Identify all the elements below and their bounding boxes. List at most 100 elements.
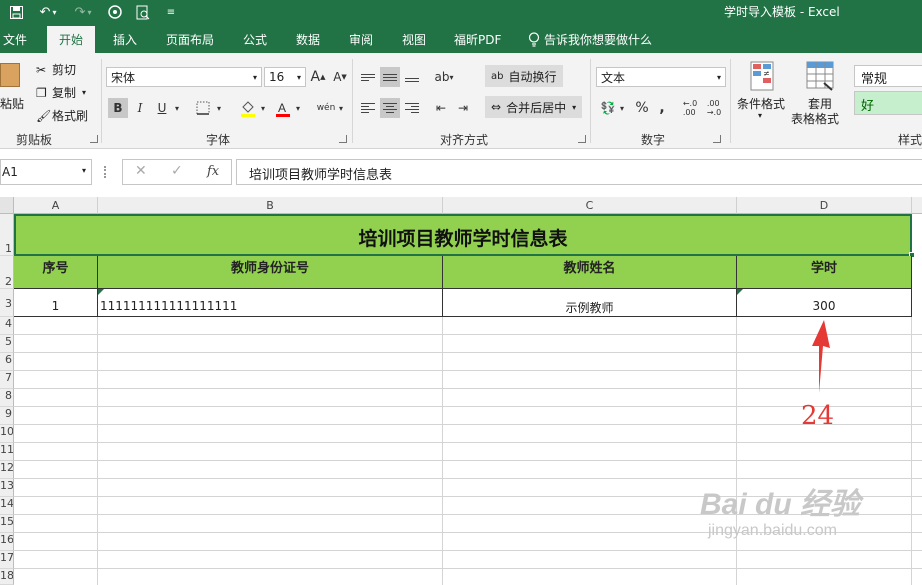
increase-decimal-icon[interactable]: ←.0.00 (680, 98, 700, 118)
print-preview-icon[interactable] (134, 3, 152, 21)
copy-button[interactable]: ❐ 复制 ▾ (36, 84, 86, 101)
insert-function-icon[interactable]: fx (207, 164, 219, 179)
comma-button[interactable]: , (652, 98, 672, 118)
number-format-select[interactable]: 文本 ▾ (596, 67, 726, 87)
increase-font-icon[interactable]: A ▲ (308, 67, 328, 87)
row-header-6[interactable]: 6 (0, 353, 14, 371)
column-header-b[interactable]: B (98, 197, 443, 214)
select-all-corner[interactable] (0, 197, 14, 214)
tab-page-layout[interactable]: 页面布局 (166, 31, 214, 48)
merge-center-button[interactable]: ⇔ 合并后居中 ▾ (485, 96, 583, 118)
align-middle-icon[interactable] (380, 67, 400, 87)
borders-dropdown-icon[interactable]: ▾ (213, 98, 225, 118)
fill-color-icon[interactable] (238, 98, 258, 118)
row-header-12[interactable]: 12 (0, 461, 14, 479)
redo-icon[interactable]: ↷ ▾ (70, 3, 96, 21)
font-launcher-icon[interactable] (339, 135, 347, 143)
tab-home[interactable]: 开始 (47, 26, 96, 53)
row-header-8[interactable]: 8 (0, 389, 14, 407)
header-cell-id-number[interactable]: 教师身份证号 (98, 256, 443, 289)
row-header-5[interactable]: 5 (0, 335, 14, 353)
row-header-15[interactable]: 15 (0, 515, 14, 533)
row-header-4[interactable]: 4 (0, 317, 14, 335)
data-cell-hours[interactable]: 300 (737, 289, 912, 317)
decrease-indent-icon[interactable]: ⇤ (431, 98, 451, 118)
enter-icon[interactable]: ✓ (171, 163, 183, 179)
phonetic-icon[interactable]: wén (316, 98, 336, 118)
borders-icon[interactable] (193, 98, 213, 118)
row-header-11[interactable]: 11 (0, 443, 14, 461)
cancel-icon[interactable]: ✕ (135, 163, 147, 179)
header-cell-teacher-name[interactable]: 教师姓名 (443, 256, 737, 289)
font-size-select[interactable]: 16 ▾ (264, 67, 306, 87)
decrease-decimal-icon[interactable]: .00 →.0 (704, 98, 724, 118)
font-color-icon[interactable]: A (273, 98, 293, 118)
italic-button[interactable]: I (130, 98, 150, 118)
orientation-icon[interactable]: ab ▾ (434, 67, 454, 87)
tab-data[interactable]: 数据 (296, 31, 320, 48)
row-header-16[interactable]: 16 (0, 533, 14, 551)
row-header-2[interactable]: 2 (0, 256, 14, 289)
column-header-e[interactable] (912, 197, 922, 214)
style-good[interactable]: 好 (854, 91, 922, 115)
row-header-18[interactable]: 18 (0, 569, 14, 585)
touch-mode-icon[interactable] (104, 3, 126, 21)
align-center-icon[interactable] (380, 98, 400, 118)
row-header-13[interactable]: 13 (0, 479, 14, 497)
font-family-select[interactable]: 宋体 ▾ (106, 67, 262, 87)
paste-button[interactable]: 粘贴 (0, 59, 30, 117)
data-cell-teacher-name[interactable]: 示例教师 (443, 289, 737, 317)
tell-me-box[interactable]: 告诉我你想要做什么 (528, 31, 652, 48)
tab-file[interactable]: 文件 (3, 31, 27, 48)
column-header-a[interactable]: A (14, 197, 98, 214)
format-painter-button[interactable]: 🖌 格式刷 (36, 107, 88, 124)
customize-qa-icon[interactable]: ≡ (164, 3, 178, 21)
phonetic-dropdown-icon[interactable]: ▾ (335, 98, 347, 118)
wrap-text-button[interactable]: ab 自动换行 (485, 65, 563, 87)
number-launcher-icon[interactable] (713, 135, 721, 143)
percent-button[interactable]: % (632, 98, 652, 118)
font-color-dropdown-icon[interactable]: ▾ (292, 98, 304, 118)
decrease-font-icon[interactable]: A ▼ (330, 67, 350, 87)
save-icon[interactable] (8, 3, 24, 21)
row-header-14[interactable]: 14 (0, 497, 14, 515)
bold-button[interactable]: B (108, 98, 128, 118)
align-top-icon[interactable] (358, 67, 378, 87)
row-header-17[interactable]: 17 (0, 551, 14, 569)
fill-color-dropdown-icon[interactable]: ▾ (257, 98, 269, 118)
tab-view[interactable]: 视图 (402, 31, 426, 48)
accounting-format-icon[interactable]: 💱 (598, 98, 618, 118)
name-box[interactable]: A1 ▾ (0, 159, 92, 185)
data-cell-id-number[interactable]: 111111111111111111 (98, 289, 443, 317)
underline-dropdown-icon[interactable]: ▾ (171, 98, 183, 118)
column-header-c[interactable]: C (443, 197, 737, 214)
title-cell[interactable]: 培训项目教师学时信息表 (14, 214, 912, 256)
style-normal[interactable]: 常规 (854, 65, 922, 87)
tab-foxit-pdf[interactable]: 福昕PDF (454, 31, 501, 48)
tab-formulas[interactable]: 公式 (243, 31, 267, 48)
row-header-1[interactable]: 1 (0, 214, 14, 256)
formula-bar-splitter[interactable] (104, 166, 107, 178)
increase-indent-icon[interactable]: ⇥ (453, 98, 473, 118)
data-cell-index[interactable]: 1 (14, 289, 98, 317)
row-header-9[interactable]: 9 (0, 407, 14, 425)
align-right-icon[interactable] (402, 98, 422, 118)
formula-input[interactable]: 培训项目教师学时信息表 (236, 159, 922, 185)
alignment-launcher-icon[interactable] (578, 135, 586, 143)
row-header-10[interactable]: 10 (0, 425, 14, 443)
header-cell-index[interactable]: 序号 (14, 256, 98, 289)
column-header-d[interactable]: D (737, 197, 912, 214)
cut-button[interactable]: ✂ 剪切 (36, 61, 76, 78)
align-left-icon[interactable] (358, 98, 378, 118)
tab-review[interactable]: 审阅 (349, 31, 373, 48)
header-cell-hours[interactable]: 学时 (737, 256, 912, 289)
undo-icon[interactable]: ↶ ▾ (34, 3, 62, 21)
underline-button[interactable]: U (152, 98, 172, 118)
row-header-7[interactable]: 7 (0, 371, 14, 389)
format-as-table-button[interactable]: 套用 表格格式 (790, 61, 850, 127)
accounting-dropdown-icon[interactable]: ▾ (616, 98, 628, 118)
conditional-format-button[interactable]: ≠ 条件格式 ▾ (736, 61, 788, 127)
tab-insert[interactable]: 插入 (113, 31, 137, 48)
clipboard-launcher-icon[interactable] (90, 135, 98, 143)
align-bottom-icon[interactable] (402, 67, 422, 87)
